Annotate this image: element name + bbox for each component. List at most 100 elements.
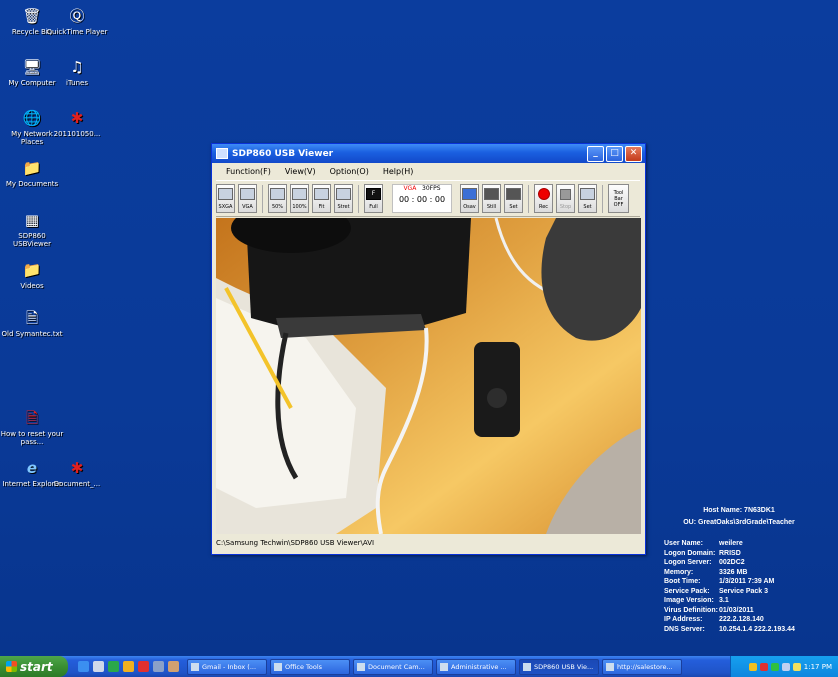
- app-quicklaunch-icon[interactable]: [153, 661, 164, 672]
- status-path: C:\Samsung Techwin\SDP860 USB Viewer\AVI: [216, 539, 375, 547]
- ie-icon: [606, 662, 614, 671]
- info-value: 222.2.128.140: [719, 616, 764, 623]
- stretch-button[interactable]: Stret: [334, 184, 353, 213]
- tray-icon[interactable]: [770, 662, 779, 671]
- info-key: DNS Server:: [664, 625, 705, 633]
- task-gmail[interactable]: Gmail - Inbox (...: [187, 658, 267, 675]
- stop-button[interactable]: Stop: [556, 184, 575, 213]
- explorer-quicklaunch-icon[interactable]: [93, 661, 104, 672]
- save-icon: [462, 188, 477, 200]
- system-info-table: User Name: weilere Logon Domain: RRISD Log…: [664, 539, 795, 634]
- documents-icon: 📁: [22, 159, 42, 177]
- camera-feed: [216, 218, 641, 534]
- menu-view[interactable]: View(V): [285, 167, 316, 176]
- frame-rate: 30FPS: [422, 185, 441, 192]
- start-button[interactable]: start: [0, 656, 68, 677]
- ou-path: OU: GreatOaks\3rdGrade\Teacher: [683, 518, 795, 526]
- quick-launch: [78, 661, 179, 672]
- taskbar: start Gmail - Inbox (... Office Tools Do…: [0, 656, 838, 677]
- desktop-icon-my-documents[interactable]: 📁 My Documents: [0, 158, 64, 189]
- bug-icon: ✱: [70, 109, 84, 127]
- toolbar-off-button[interactable]: Tool Bar OFF: [608, 184, 629, 213]
- info-value: 3.1: [719, 597, 729, 604]
- info-key: Virus Definition:: [664, 606, 718, 614]
- desktop-icon-symantec[interactable]: 🗎 Old Symantec.txt: [0, 308, 64, 339]
- info-key: Service Pack:: [664, 587, 710, 595]
- menu-bar: Function(F) View(V) Option(O) Help(H): [212, 163, 645, 179]
- clock: 1:17 PM: [803, 662, 832, 671]
- zoom-100-button[interactable]: 100%: [290, 184, 309, 213]
- tray-icon[interactable]: [748, 662, 757, 671]
- info-key: Memory:: [664, 568, 694, 576]
- document-icon: [357, 662, 365, 671]
- app-quicklaunch-icon[interactable]: [138, 661, 149, 672]
- desktop-icon-file-2011[interactable]: ✱ 201101050...: [45, 108, 109, 139]
- fullscreen-icon: F: [366, 188, 381, 200]
- app-icon: ▦: [24, 211, 40, 229]
- app-quicklaunch-icon[interactable]: [108, 661, 119, 672]
- desktop-icon-itunes[interactable]: ♫ iTunes: [45, 57, 109, 88]
- desktop-icon-reset-pass[interactable]: 🗎 How to reset your pass...: [0, 408, 64, 447]
- ie-icon: e: [26, 459, 38, 477]
- record-icon: [537, 188, 550, 200]
- quicktime-icon: Ⓠ: [69, 7, 85, 25]
- fit-button[interactable]: Fit: [312, 184, 331, 213]
- desktop: 🗑 Recycle Bin Ⓠ QuickTime Player 🖥 My Co…: [0, 0, 838, 656]
- settings-icon: [580, 188, 595, 200]
- osav-button[interactable]: Osav: [460, 184, 479, 213]
- desktop-icon-document[interactable]: ✱ Document_...: [45, 458, 109, 489]
- still-button[interactable]: Still: [482, 184, 501, 213]
- app-icon: [216, 148, 228, 159]
- close-button[interactable]: ✕: [625, 145, 642, 162]
- stop-icon: [560, 189, 571, 200]
- info-key: Image Version:: [664, 597, 714, 604]
- record-timer: 00 : 00 : 00: [398, 195, 446, 204]
- info-value: weilere: [719, 540, 743, 547]
- zoom-icon: [292, 188, 307, 200]
- title-bar[interactable]: SDP860 USB Viewer _ □ ✕: [212, 144, 645, 163]
- task-document-cam[interactable]: Document Cam...: [353, 658, 433, 675]
- task-sdp860[interactable]: SDP860 USB Vie...: [519, 658, 599, 675]
- zoom-50-button[interactable]: 50%: [268, 184, 287, 213]
- sxga-button[interactable]: SXGA: [216, 184, 235, 213]
- admin-icon: [440, 662, 448, 671]
- record-button[interactable]: Rec: [534, 184, 553, 213]
- still-settings-button[interactable]: Set: [504, 184, 523, 213]
- sdp860-viewer-window[interactable]: SDP860 USB Viewer _ □ ✕ Function(F) View…: [211, 143, 646, 555]
- tray-icon[interactable]: [781, 662, 790, 671]
- app-quicklaunch-icon[interactable]: [123, 661, 134, 672]
- camera-icon: [484, 188, 499, 200]
- vga-button[interactable]: VGA: [238, 184, 257, 213]
- ie-quicklaunch-icon[interactable]: [78, 661, 89, 672]
- info-key: Logon Domain:: [664, 549, 716, 557]
- task-administrative[interactable]: Administrative ...: [436, 658, 516, 675]
- info-value: RRISD: [719, 549, 741, 557]
- info-value: 10.254.1.4 222.2.193.44: [719, 625, 795, 633]
- zoom-icon: [270, 188, 285, 200]
- camera-image: [216, 218, 641, 534]
- system-info: Host Name: 7N63DK1 OU: GreatOaks\3rdGrad…: [664, 506, 814, 634]
- info-key: Logon Server:: [664, 559, 712, 566]
- menu-option[interactable]: Option(O): [330, 167, 369, 176]
- monitor-icon: [240, 188, 255, 200]
- info-value: 01/03/2011: [719, 606, 754, 614]
- app-icon: [523, 662, 531, 671]
- desktop-icon-quicktime[interactable]: Ⓠ QuickTime Player: [45, 6, 109, 37]
- maximize-button[interactable]: □: [606, 145, 623, 162]
- tray-icon[interactable]: [792, 662, 801, 671]
- camera-settings-icon: [506, 188, 521, 200]
- record-settings-button[interactable]: Set: [578, 184, 597, 213]
- menu-function[interactable]: Function(F): [226, 167, 271, 176]
- full-button[interactable]: F Full: [364, 184, 383, 213]
- task-office-tools[interactable]: Office Tools: [270, 658, 350, 675]
- task-salestore[interactable]: http://salestore...: [602, 658, 682, 675]
- capture-status: VGA 30FPS 00 : 00 : 00: [392, 184, 452, 213]
- recycle-bin-icon: 🗑: [22, 7, 42, 25]
- menu-help[interactable]: Help(H): [383, 167, 414, 176]
- toolbar: SXGA VGA 50% 100% Fit Stret F Full VGA 30…: [216, 180, 640, 217]
- app-quicklaunch-icon[interactable]: [168, 661, 179, 672]
- tray-icon[interactable]: [759, 662, 768, 671]
- desktop-icon-sdp860[interactable]: ▦ SDP860 USBViewer: [0, 210, 64, 249]
- minimize-button[interactable]: _: [587, 145, 604, 162]
- desktop-icon-videos[interactable]: 📁 Videos: [0, 260, 64, 291]
